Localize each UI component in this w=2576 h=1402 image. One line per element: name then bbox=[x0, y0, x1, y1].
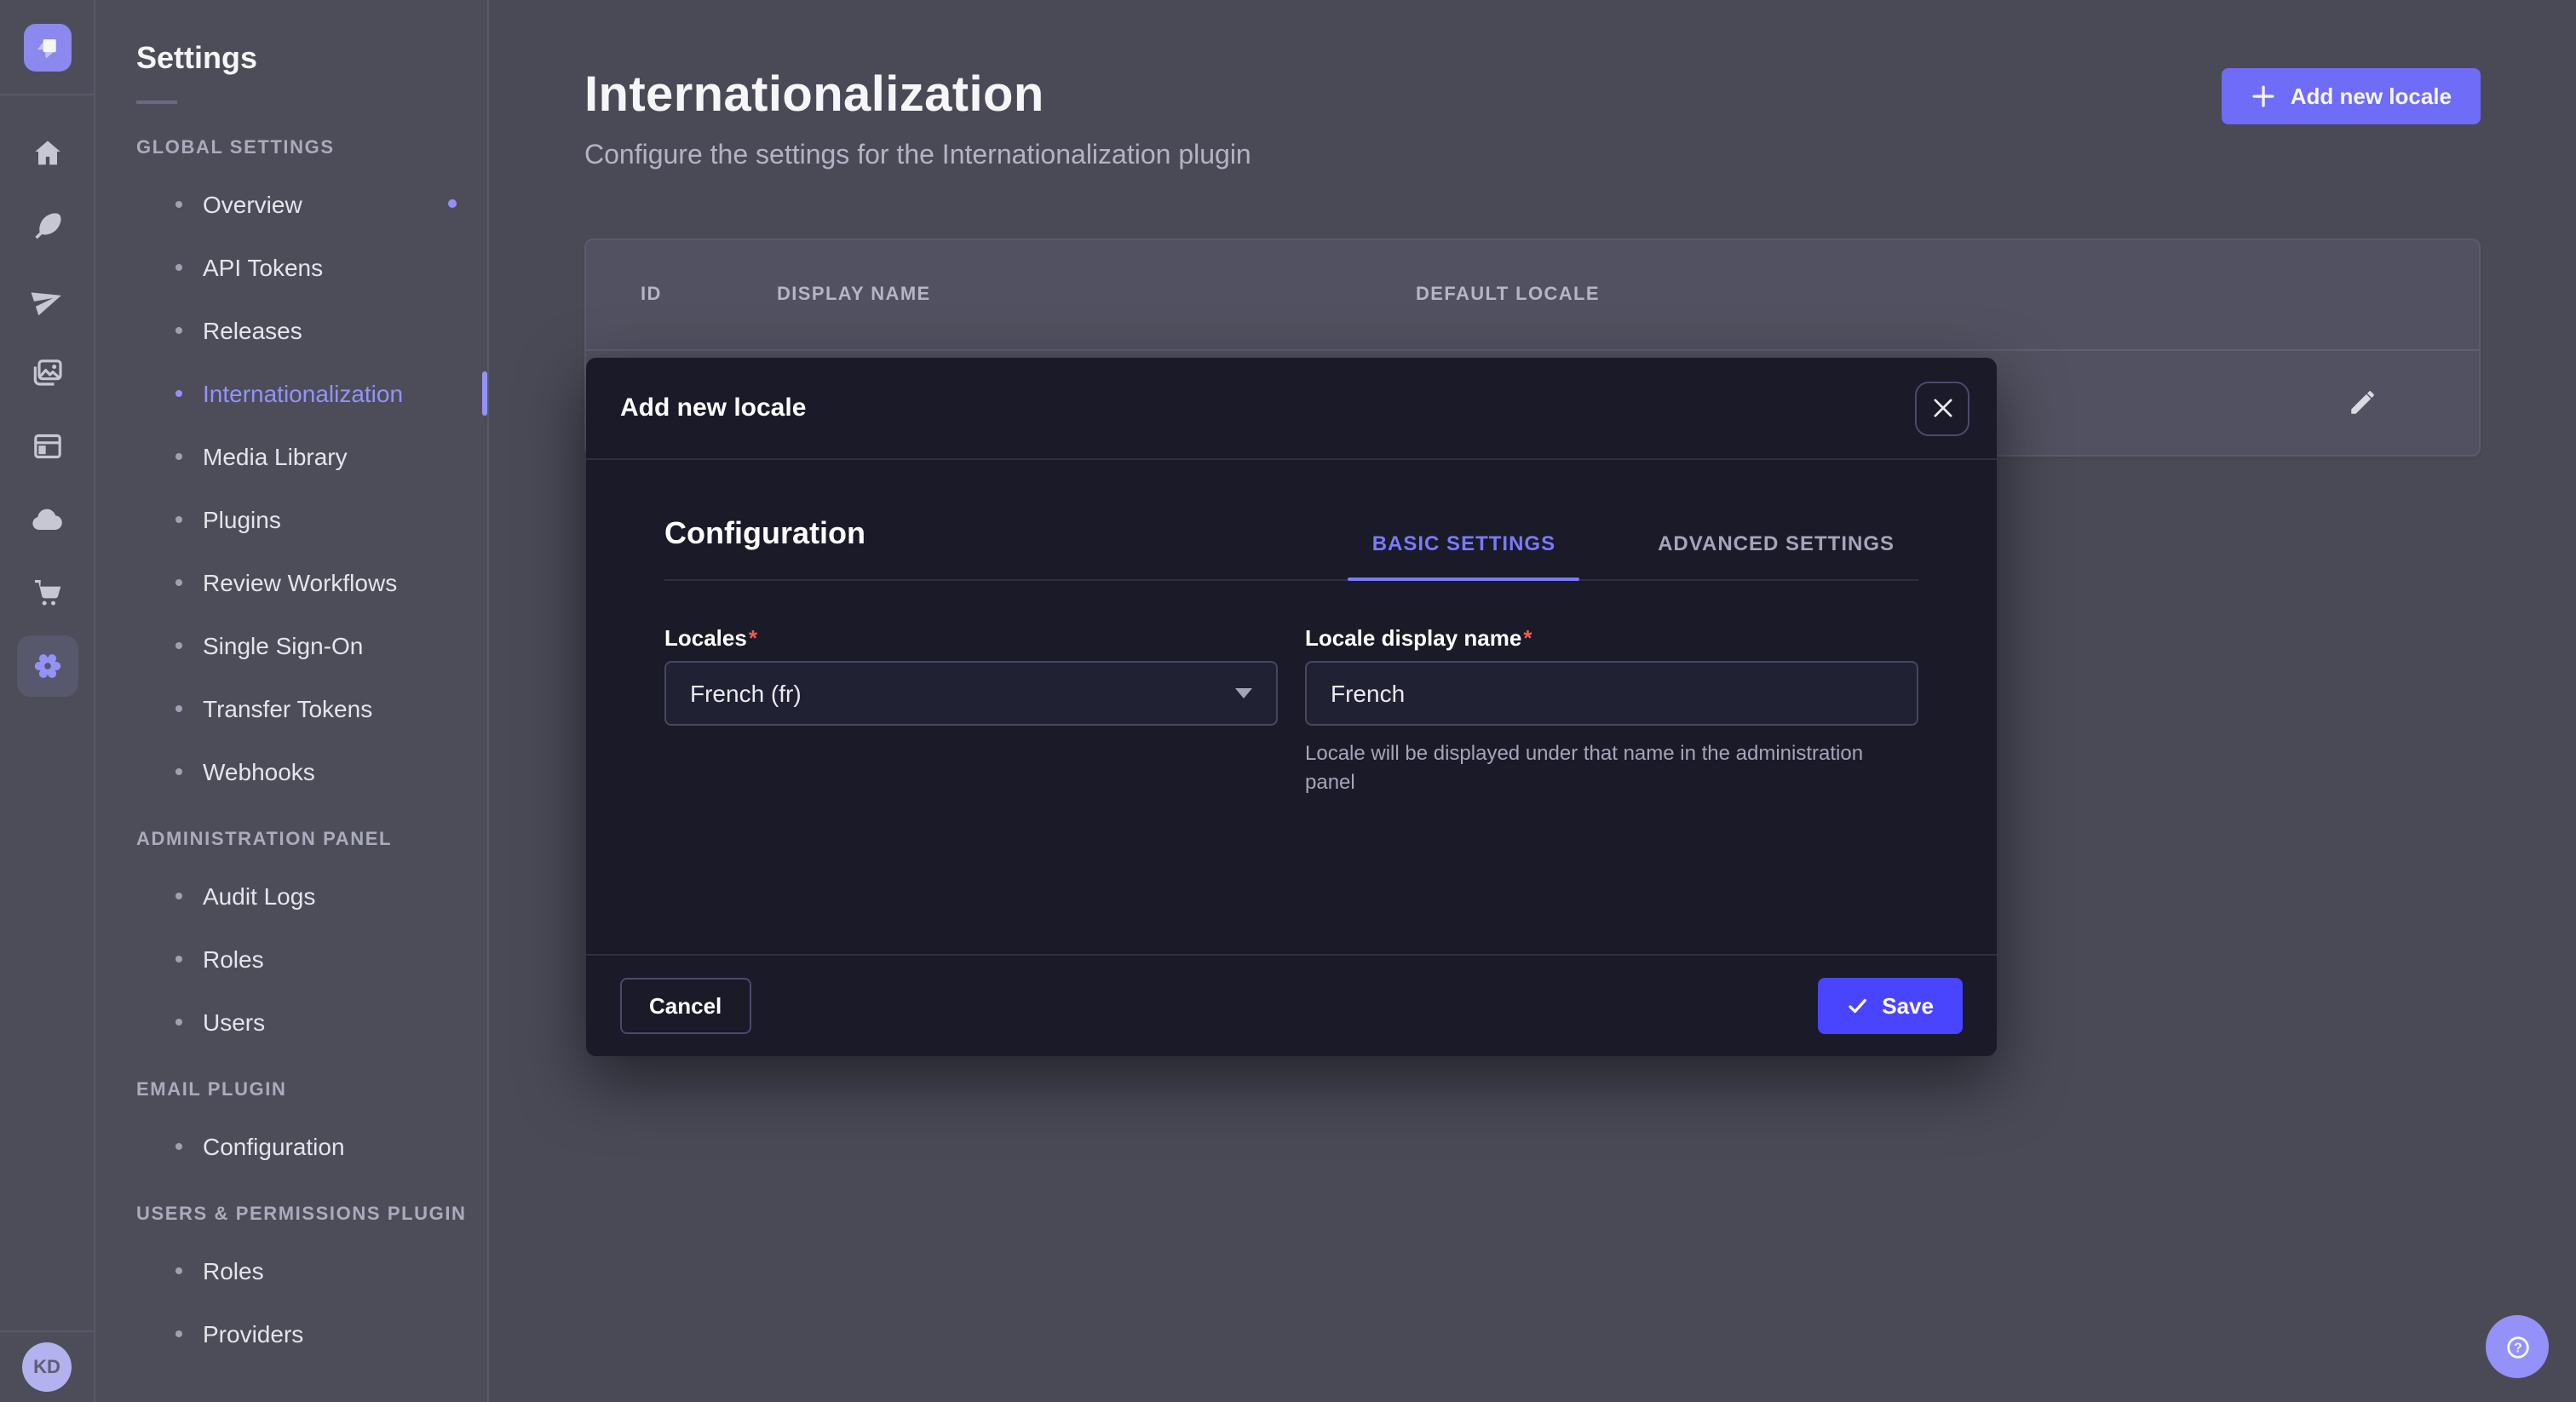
cancel-button[interactable]: Cancel bbox=[620, 978, 750, 1034]
locales-label: Locales* bbox=[664, 625, 1278, 651]
tab-advanced-settings[interactable]: ADVANCED SETTINGS bbox=[1634, 531, 1918, 579]
required-asterisk: * bbox=[749, 625, 757, 651]
locales-field-group: Locales* French (fr) bbox=[664, 625, 1278, 799]
display-name-label: Locale display name* bbox=[1305, 625, 1918, 651]
configuration-heading: Configuration bbox=[664, 516, 865, 579]
save-button[interactable]: Save bbox=[1817, 978, 1963, 1034]
display-name-hint: Locale will be displayed under that name… bbox=[1305, 739, 1918, 799]
locales-select[interactable]: French (fr) bbox=[664, 661, 1278, 726]
chevron-down-icon bbox=[1235, 688, 1252, 698]
display-name-input[interactable] bbox=[1305, 661, 1918, 726]
tabs-row: Configuration BASIC SETTINGS ADVANCED SE… bbox=[664, 516, 1918, 581]
modal-footer: Cancel Save bbox=[586, 954, 1997, 1056]
locales-select-value: French (fr) bbox=[690, 680, 802, 707]
modal-body: Configuration BASIC SETTINGS ADVANCED SE… bbox=[586, 460, 1997, 954]
locale-form: Locales* French (fr) Locale display name… bbox=[664, 625, 1918, 799]
tab-basic-settings[interactable]: BASIC SETTINGS bbox=[1348, 531, 1579, 579]
modal-header: Add new locale bbox=[586, 358, 1997, 460]
close-icon[interactable] bbox=[1915, 381, 1969, 435]
display-name-field-group: Locale display name* Locale will be disp… bbox=[1305, 625, 1918, 799]
check-icon bbox=[1846, 995, 1868, 1017]
modal-title: Add new locale bbox=[620, 394, 806, 422]
required-asterisk: * bbox=[1523, 625, 1532, 651]
app-window: KD Settings GLOBAL SETTINGS Overview API… bbox=[0, 0, 2576, 1402]
add-locale-modal: Add new locale Configuration BASIC SETTI… bbox=[586, 358, 1997, 1056]
settings-tabs: BASIC SETTINGS ADVANCED SETTINGS bbox=[1348, 531, 1918, 579]
